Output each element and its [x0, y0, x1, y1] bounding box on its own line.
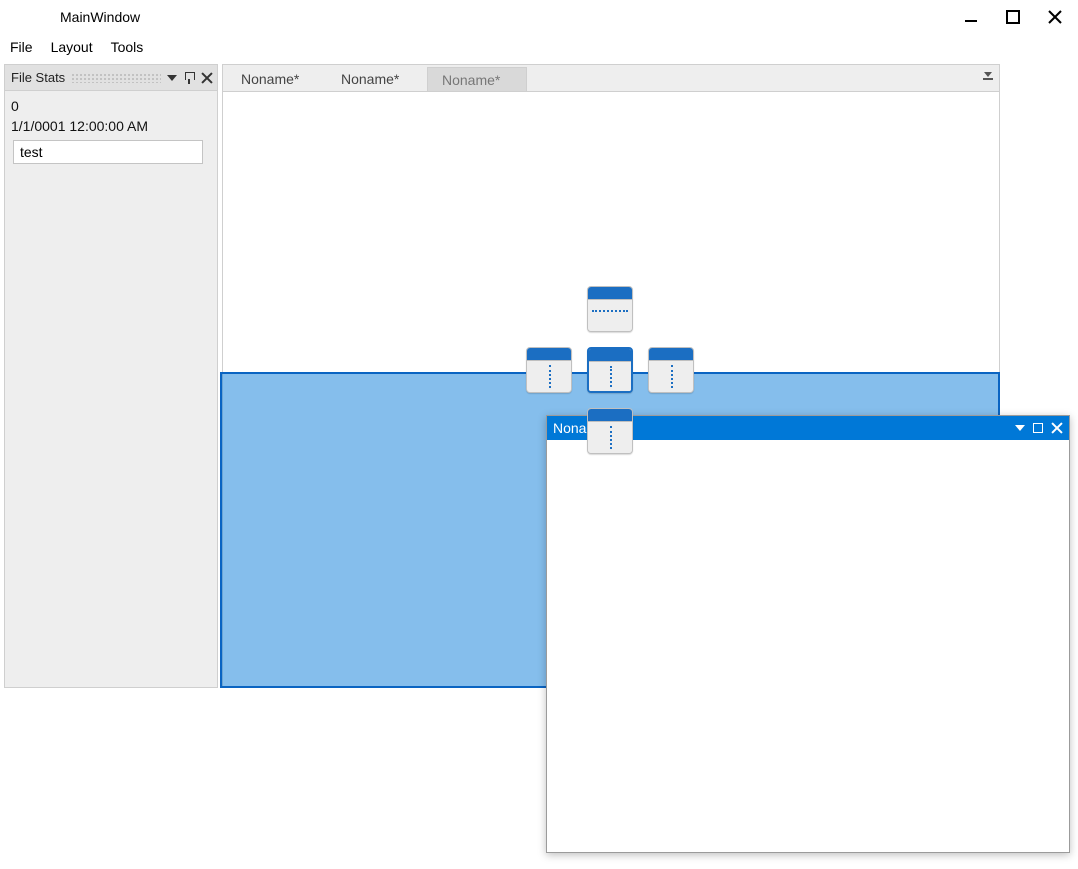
panel-menu-button[interactable] [167, 75, 177, 81]
floating-window-title: Noname* [553, 420, 1015, 436]
stat-count: 0 [9, 97, 213, 117]
menu-layout[interactable]: Layout [51, 39, 93, 55]
sidebar-header[interactable]: File Stats [5, 65, 217, 91]
float-maximize-button[interactable] [1033, 423, 1043, 433]
title-bar: MainWindow [0, 0, 1078, 34]
tab-overflow-button[interactable] [983, 72, 993, 80]
floating-window[interactable]: Noname* [546, 415, 1070, 853]
sidebar-title: File Stats [11, 70, 65, 85]
float-menu-button[interactable] [1015, 425, 1025, 431]
minimize-button[interactable] [962, 8, 980, 26]
float-close-button[interactable] [1051, 422, 1063, 434]
sidebar-input[interactable] [13, 140, 203, 164]
menu-tools[interactable]: Tools [111, 39, 144, 55]
menu-file[interactable]: File [10, 39, 33, 55]
floating-window-header[interactable]: Noname* [547, 416, 1069, 440]
close-button[interactable] [1046, 8, 1064, 26]
sidebar-content: 0 1/1/0001 12:00:00 AM [5, 91, 217, 170]
pin-icon[interactable] [183, 72, 195, 84]
tab-strip: Noname* Noname* Noname* [223, 65, 999, 91]
menu-bar: File Layout Tools [0, 34, 1078, 60]
floating-window-body[interactable] [547, 440, 1069, 852]
window-controls [962, 8, 1064, 26]
stat-timestamp: 1/1/0001 12:00:00 AM [9, 117, 213, 137]
tab-item-active[interactable]: Noname* [427, 67, 527, 91]
tab-item[interactable]: Noname* [327, 67, 427, 91]
window-title: MainWindow [60, 9, 140, 25]
grip-icon [71, 73, 161, 83]
maximize-button[interactable] [1004, 8, 1022, 26]
tab-item[interactable]: Noname* [227, 67, 327, 91]
sidebar-panel: File Stats 0 1/1/0001 12:00:00 AM [4, 64, 218, 688]
close-icon[interactable] [201, 72, 213, 84]
